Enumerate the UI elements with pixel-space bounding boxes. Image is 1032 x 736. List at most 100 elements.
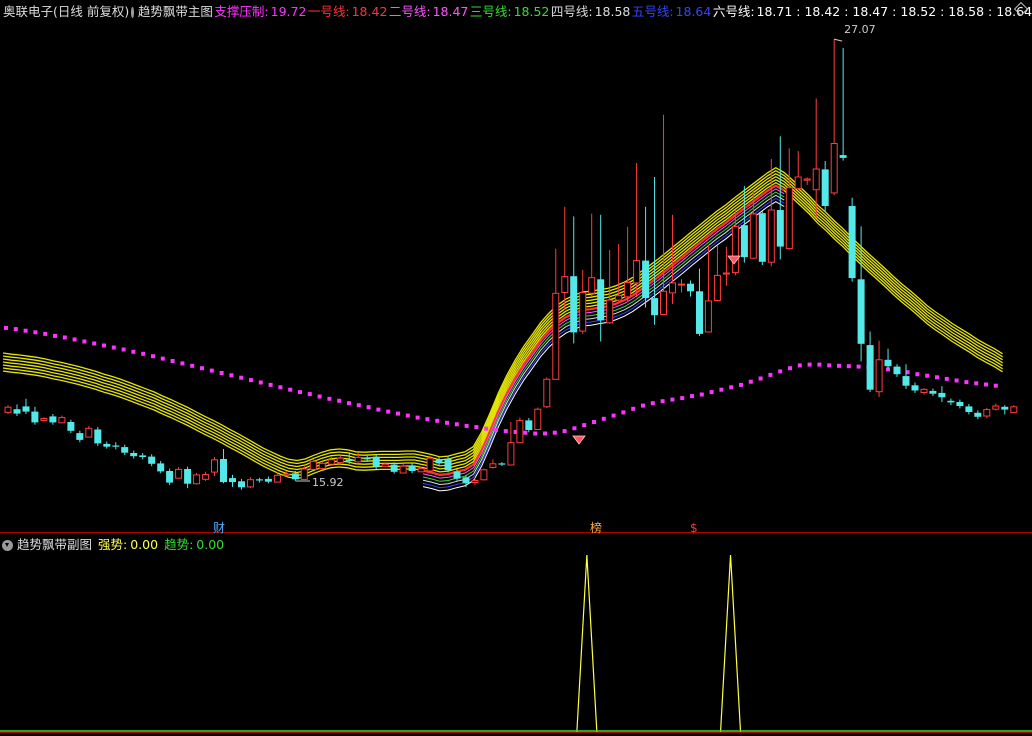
candle-body xyxy=(157,463,165,472)
support-dot xyxy=(445,420,449,425)
support-dot xyxy=(964,380,969,385)
candle-body xyxy=(247,479,254,488)
support-dot xyxy=(190,363,195,368)
support-dot xyxy=(121,347,126,352)
support-dot xyxy=(435,418,440,423)
support-dot xyxy=(709,390,714,395)
line4-label: 四号线: xyxy=(550,4,593,19)
candle-body xyxy=(929,390,937,394)
support-dot xyxy=(425,417,430,422)
support-dot xyxy=(680,396,685,401)
candle-body xyxy=(552,292,560,380)
candle-body xyxy=(67,422,75,431)
support-dot xyxy=(484,426,489,431)
candle-body xyxy=(642,260,650,298)
support-dot xyxy=(768,372,773,377)
candle-body xyxy=(399,465,407,474)
support-dot xyxy=(690,394,694,399)
chart-annotations: 27.07 15.92 xyxy=(296,23,876,489)
candle-body xyxy=(507,442,515,466)
support-dot xyxy=(141,351,146,356)
candle-body xyxy=(264,478,272,482)
candle-body xyxy=(291,473,299,480)
candle-body xyxy=(794,176,802,190)
marker-dollar[interactable]: $ xyxy=(690,521,698,535)
candle-body xyxy=(938,392,946,398)
candle-body xyxy=(130,453,138,457)
support-dot xyxy=(729,385,734,390)
candle-body xyxy=(722,272,730,275)
support-dot xyxy=(239,375,244,380)
support-dot xyxy=(954,378,959,383)
support-dot xyxy=(268,382,273,387)
support-dot xyxy=(415,415,420,420)
candle-body xyxy=(785,187,793,250)
ribbon-line xyxy=(422,201,785,492)
line2-label: 二号线: xyxy=(388,4,431,19)
line1-label: 一号线: xyxy=(307,4,350,19)
candle-body xyxy=(561,276,569,294)
signal-gem-icon xyxy=(572,435,586,445)
period-label: (日线 前复权) xyxy=(53,4,130,19)
candle-body xyxy=(525,420,533,430)
high-annotation: 27.07 xyxy=(844,23,876,36)
strong-value: 0.00 xyxy=(130,537,159,552)
candle-body xyxy=(597,279,605,321)
candle-body xyxy=(983,409,991,417)
line6-values: 18.71 : 18.42 : 18.47 : 18.52 : 18.58 : … xyxy=(756,4,1032,19)
candle-body xyxy=(866,345,874,390)
line3-value: 18.52 xyxy=(513,4,550,19)
support-dot xyxy=(993,383,998,388)
support-dot xyxy=(562,429,567,434)
candle-body xyxy=(651,298,659,316)
support-dot xyxy=(807,362,812,367)
candle-body xyxy=(309,460,317,470)
main-indicator-name[interactable]: 趋势飘带主图 xyxy=(138,2,213,22)
support-dot xyxy=(719,387,724,392)
candle-body xyxy=(767,209,775,263)
candle-body xyxy=(4,406,12,413)
sub-indicator-name[interactable]: 趋势飘带副图 xyxy=(17,535,92,555)
candle-body xyxy=(166,471,174,483)
support-dot xyxy=(386,409,391,414)
candle-body xyxy=(255,479,263,481)
candle-body xyxy=(318,462,326,470)
support-dot xyxy=(494,427,498,432)
candle-body xyxy=(669,282,676,294)
candle-body xyxy=(758,213,766,262)
support-dot xyxy=(935,375,939,380)
support-dot xyxy=(151,354,155,359)
line4-value: 18.58 xyxy=(594,4,631,19)
marker-cai[interactable]: 财 xyxy=(213,521,225,535)
candle-body xyxy=(193,474,201,485)
support-dot xyxy=(739,382,743,387)
support-dot xyxy=(72,337,77,342)
candle-body xyxy=(740,225,748,258)
settings-dropdown-icon[interactable] xyxy=(2,539,13,551)
candle-body xyxy=(633,260,641,284)
support-dot xyxy=(13,327,18,332)
candle-body xyxy=(839,155,847,158)
support-dot xyxy=(288,387,293,392)
candle-body xyxy=(480,469,488,481)
support-dot xyxy=(778,369,783,374)
candle-body xyxy=(85,427,93,438)
trend-label: 趋势: xyxy=(164,537,194,552)
candle-body xyxy=(803,178,811,181)
candle-body xyxy=(13,409,21,414)
support-dot xyxy=(788,366,792,371)
support-dot xyxy=(366,405,371,410)
candle-body xyxy=(408,465,416,471)
candle-body xyxy=(660,290,667,315)
support-dot xyxy=(670,397,675,402)
support-dot xyxy=(503,429,508,434)
marker-bang[interactable]: 榜 xyxy=(590,521,602,535)
support-dot xyxy=(915,372,920,377)
candle-body xyxy=(749,213,757,259)
support-dot xyxy=(846,364,851,369)
candle-body xyxy=(40,417,48,421)
candle-body xyxy=(1001,406,1009,410)
settings-dropdown-icon[interactable] xyxy=(131,6,138,18)
support-dot xyxy=(464,423,469,428)
support-dot xyxy=(170,359,175,363)
